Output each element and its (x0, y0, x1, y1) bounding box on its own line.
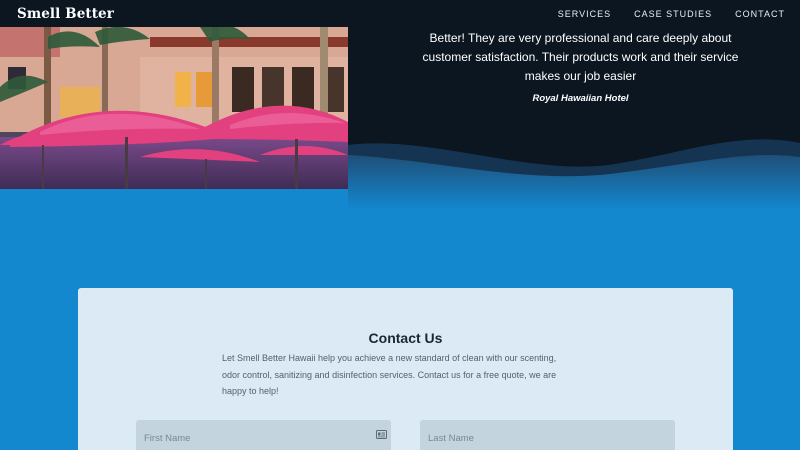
top-navbar: Smell Better SERVICES CASE STUDIES CONTA… (0, 0, 800, 27)
nav-links: SERVICES CASE STUDIES CONTACT (558, 9, 785, 19)
testimonial-panel: Better! They are very professional and c… (348, 27, 800, 210)
contact-title: Contact Us (368, 330, 443, 346)
decorative-wave (348, 139, 800, 210)
testimonial-author: Royal Hawaiian Hotel (532, 93, 629, 104)
nav-link-services[interactable]: SERVICES (558, 9, 611, 19)
nav-link-contact[interactable]: CONTACT (735, 9, 785, 19)
contact-card-icon (376, 430, 387, 439)
contact-description-line-2: odor control, sanitizing and disinfectio… (222, 369, 557, 380)
contact-description-line-1: Let Smell Better Hawaii help you achieve… (222, 353, 557, 363)
nav-link-case-studies[interactable]: CASE STUDIES (634, 9, 712, 19)
contact-description: Let Smell Better Hawaii help you achieve… (222, 350, 582, 400)
hotel-umbrellas-photo (0, 27, 348, 189)
quote-line-1: Better! They are very professional and c… (429, 31, 732, 45)
testimonial-quote: Better! They are very professional and c… (348, 27, 800, 86)
quote-line-2: customer satisfaction. Their products wo… (422, 50, 739, 64)
first-name-input[interactable] (136, 420, 391, 450)
brand-logo[interactable]: Smell Better (17, 6, 114, 22)
last-name-input[interactable] (420, 420, 675, 450)
contact-card: Contact Us Let Smell Better Hawaii help … (78, 288, 733, 450)
quote-line-3: makes our job easier (524, 69, 637, 83)
contact-description-line-3: happy to help! (222, 386, 279, 396)
